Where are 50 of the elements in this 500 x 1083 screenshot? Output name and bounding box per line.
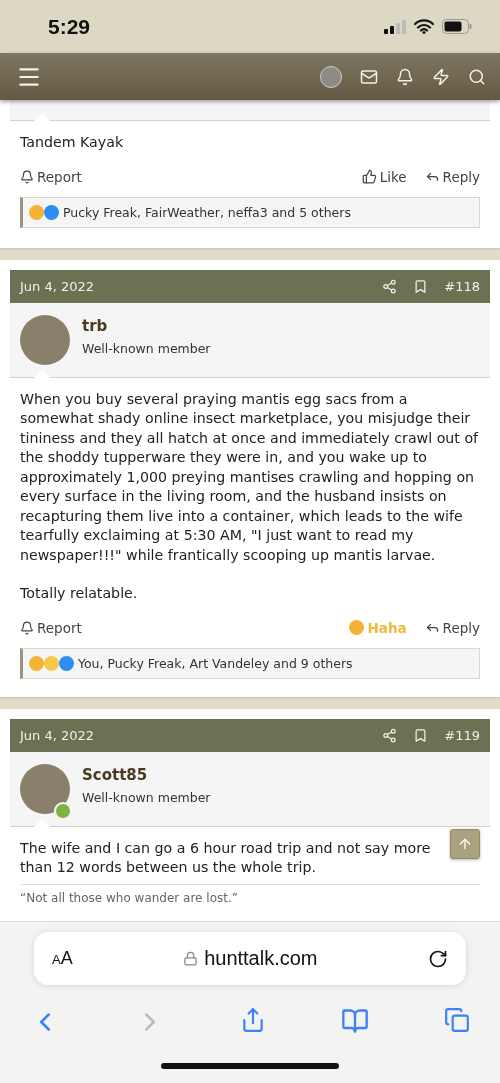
reload-icon[interactable]: [428, 948, 448, 969]
post-text: When you buy several praying mantis egg sacs from a somewhat shady online insect marketplace, you misjudge their tininess and they all hatch at once and immediately crawl out of the shoddy tupperware they were in, and you wake up to approximately 1,000 preying mantises crawling and hopping on every surface in the living room, and the husband insists on recapturing them live into a container, which leads to the wife tearfully exclaiming at 5:30 AM, "I just want to read my newspaper!!!" while frantically scooping up mantis larvae.: [20, 389, 480, 565]
post-number[interactable]: #119: [444, 727, 480, 743]
bell-icon: [20, 620, 34, 635]
url-text[interactable]: hunttalk.com: [204, 947, 318, 970]
share-icon[interactable]: [382, 727, 398, 743]
user-avatar[interactable]: [320, 65, 342, 88]
reactions-text: Pucky Freak, FairWeather, neffa3 and 5 others: [63, 204, 351, 220]
lightning-icon[interactable]: [432, 67, 450, 86]
reactions-text: You, Pucky Freak, Art Vandeley and 9 others: [78, 655, 353, 671]
post-number[interactable]: #118: [444, 278, 480, 294]
tabs-icon[interactable]: [444, 1007, 470, 1033]
report-link[interactable]: Report: [20, 168, 82, 185]
search-icon[interactable]: [468, 67, 486, 86]
post-date: Jun 4, 2022: [20, 727, 95, 743]
reactions-bar[interactable]: You, Pucky Freak, Art Vandeley and 9 others: [20, 647, 480, 679]
scroll-top-button[interactable]: [450, 828, 480, 859]
bookmark-icon[interactable]: [413, 727, 429, 743]
battery-icon: [442, 19, 472, 34]
lock-icon: [183, 951, 199, 966]
text-size-button[interactable]: AA: [52, 948, 73, 969]
address-bar[interactable]: AA hunttalk.com: [34, 932, 466, 985]
signal-icon: [384, 19, 406, 34]
user-title: Well-known member: [82, 340, 211, 356]
user-title: Well-known member: [82, 789, 211, 805]
bell-icon: [20, 169, 34, 184]
laughing-emoji-icon: [349, 620, 365, 635]
post-text: Totally relatable.: [20, 584, 139, 603]
username[interactable]: Scott85: [82, 765, 211, 784]
avatar[interactable]: [20, 763, 70, 814]
post-date: Jun 4, 2022: [20, 278, 95, 294]
avatar[interactable]: [20, 314, 70, 365]
share-icon[interactable]: [240, 1007, 266, 1033]
post-text: The wife and I can go a 6 hour road trip and not say more than 12 words between us the whole trip.: [20, 838, 432, 877]
bell-icon[interactable]: [396, 67, 414, 86]
signature-text: “Not all those who wander are lost.”: [20, 883, 480, 905]
reply-link[interactable]: Reply: [424, 168, 480, 185]
username[interactable]: trb: [82, 316, 211, 335]
reply-link[interactable]: Reply: [424, 619, 480, 636]
reactions-bar[interactable]: Pucky Freak, FairWeather, neffa3 and 5 others: [20, 196, 480, 228]
bookmark-icon[interactable]: [413, 278, 429, 294]
bookmarks-icon[interactable]: [341, 1007, 369, 1035]
reaction-link[interactable]: Like: [361, 168, 407, 185]
wifi-icon: [414, 19, 434, 34]
mail-icon[interactable]: [360, 67, 378, 86]
share-icon[interactable]: [382, 278, 398, 294]
report-link[interactable]: Report: [20, 619, 82, 636]
post-text: Tandem Kayak: [20, 133, 125, 152]
thumbs-up-icon: [361, 169, 377, 184]
status-time: 5:29: [48, 14, 91, 39]
